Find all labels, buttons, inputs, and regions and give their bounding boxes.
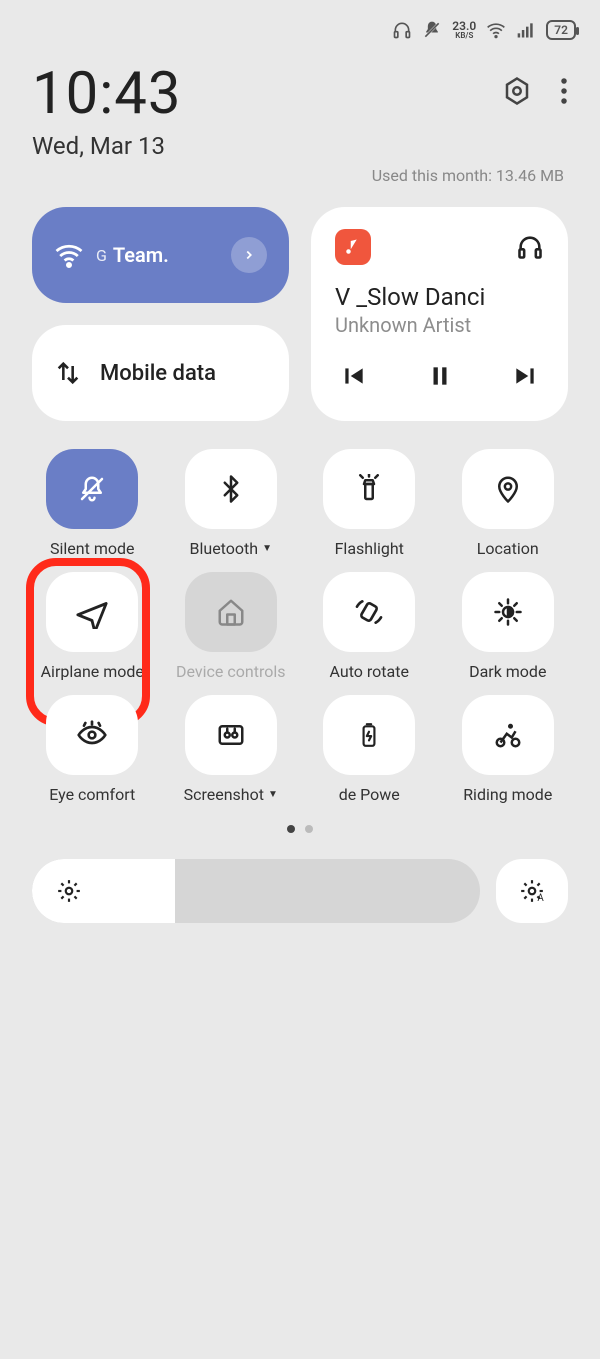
brightness-slider[interactable]: [32, 859, 480, 923]
battery-toggle[interactable]: [323, 695, 415, 775]
location-icon: [493, 474, 523, 504]
time: 10:43: [32, 60, 181, 128]
tile-label: Riding mode: [448, 785, 569, 804]
bike-icon: [491, 720, 525, 750]
tile-home: Device controls: [171, 572, 292, 681]
home-icon: [216, 597, 246, 627]
headphones-icon: [392, 20, 412, 40]
tile-flashlight: Flashlight: [309, 449, 430, 558]
data-arrows-icon: [54, 359, 82, 387]
brightness-icon: [56, 878, 82, 904]
chevron-right-icon[interactable]: [231, 237, 267, 273]
mute-icon: [422, 20, 442, 40]
tile-location: Location: [448, 449, 569, 558]
dark-toggle[interactable]: [462, 572, 554, 652]
media-title: V _Slow Danci: [335, 283, 544, 311]
wifi-ssid: Team.: [113, 243, 231, 267]
chevron-down-icon[interactable]: ▼: [262, 543, 272, 555]
tile-screenshot: Screenshot▼: [171, 695, 292, 804]
bluetooth-toggle[interactable]: [185, 449, 277, 529]
bell-off-toggle[interactable]: [46, 449, 138, 529]
page-indicator[interactable]: [32, 825, 568, 833]
data-usage[interactable]: Used this month: 13.46 MB: [32, 166, 568, 185]
music-app-icon: [335, 229, 371, 265]
status-bar: 23.0KB/S 72: [0, 0, 600, 50]
prev-track-icon[interactable]: [341, 363, 367, 389]
bike-toggle[interactable]: [462, 695, 554, 775]
battery-icon: [356, 719, 382, 751]
tile-label: de Powe: [309, 785, 430, 804]
next-track-icon[interactable]: [512, 363, 538, 389]
tile-label: Auto rotate: [309, 662, 430, 681]
tile-bell-off: Silent mode: [32, 449, 153, 558]
tile-label: Bluetooth▼: [171, 539, 292, 558]
signal-icon: [516, 20, 536, 40]
tile-rotate: Auto rotate: [309, 572, 430, 681]
tile-label: Eye comfort: [32, 785, 153, 804]
date: Wed, Mar 13: [32, 132, 181, 160]
airplane-toggle[interactable]: [46, 572, 138, 652]
rotate-icon: [353, 596, 385, 628]
location-toggle[interactable]: [462, 449, 554, 529]
airplane-icon: [75, 595, 109, 629]
tile-label: Silent mode: [32, 539, 153, 558]
pager-dot[interactable]: [287, 825, 295, 833]
network-type: G: [96, 246, 107, 265]
media-player-card[interactable]: V _Slow Danci Unknown Artist: [311, 207, 568, 421]
tile-label: Device controls: [171, 662, 292, 681]
mobile-data-label: Mobile data: [100, 361, 216, 386]
rotate-toggle[interactable]: [323, 572, 415, 652]
tile-airplane: Airplane mode: [32, 572, 153, 681]
tile-label: Flashlight: [309, 539, 430, 558]
tile-label: Screenshot▼: [171, 785, 292, 804]
eye-toggle[interactable]: [46, 695, 138, 775]
svg-text:A: A: [537, 892, 544, 903]
clock: 10:43 Wed, Mar 13: [32, 60, 181, 160]
tile-battery: de Powe: [309, 695, 430, 804]
settings-icon[interactable]: [502, 76, 532, 106]
battery-indicator: 72: [546, 20, 576, 40]
chevron-down-icon[interactable]: ▼: [268, 789, 278, 801]
media-artist: Unknown Artist: [335, 313, 544, 337]
tile-bluetooth: Bluetooth▼: [171, 449, 292, 558]
wifi-icon: [486, 20, 506, 40]
home-toggle[interactable]: [185, 572, 277, 652]
screenshot-icon: [216, 720, 246, 750]
dark-icon: [493, 597, 523, 627]
headphones-icon[interactable]: [516, 233, 544, 261]
wifi-toggle[interactable]: G Team.: [32, 207, 289, 303]
eye-icon: [76, 719, 108, 751]
pause-icon[interactable]: [427, 363, 453, 389]
tile-eye: Eye comfort: [32, 695, 153, 804]
tile-label: Dark mode: [448, 662, 569, 681]
tile-label: Airplane mode: [32, 662, 153, 681]
network-speed: 23.0KB/S: [452, 20, 476, 40]
flashlight-toggle[interactable]: [323, 449, 415, 529]
quick-settings-grid: Silent mode Bluetooth▼ Flashlight Location A…: [32, 449, 568, 805]
tile-label: Location: [448, 539, 569, 558]
more-icon[interactable]: [560, 76, 568, 106]
pager-dot[interactable]: [305, 825, 313, 833]
bluetooth-icon: [216, 474, 246, 504]
auto-brightness-toggle[interactable]: A: [496, 859, 568, 923]
tile-dark: Dark mode: [448, 572, 569, 681]
tile-bike: Riding mode: [448, 695, 569, 804]
wifi-icon: [54, 240, 84, 270]
bell-off-icon: [77, 474, 107, 504]
screenshot-toggle[interactable]: [185, 695, 277, 775]
flashlight-icon: [354, 474, 384, 504]
mobile-data-toggle[interactable]: Mobile data: [32, 325, 289, 421]
